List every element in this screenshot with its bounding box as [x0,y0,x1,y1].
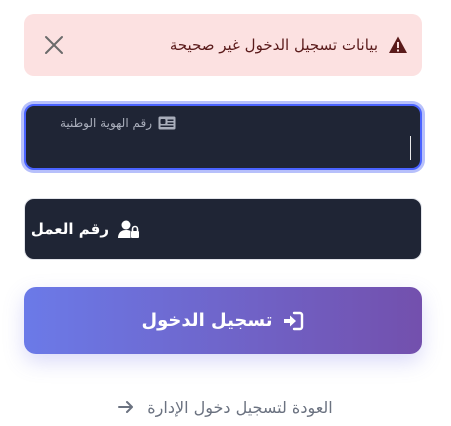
login-form: بيانات تسجيل الدخول غير صحيحة رقم الهوية… [0,0,451,426]
national-id-label: رقم الهوية الوطنية [60,116,176,130]
warning-triangle-icon [389,36,407,53]
work-number-field[interactable]: رقم العمل [24,198,422,260]
work-number-label: رقم العمل [31,219,141,239]
login-button-label: تسجيل الدخول [141,310,273,331]
national-id-label-text: رقم الهوية الوطنية [59,116,152,130]
back-to-admin-login-link[interactable]: العودة لتسجيل دخول الإدارة [110,395,340,419]
text-caret [410,136,411,160]
national-id-field[interactable]: رقم الهوية الوطنية [24,104,422,170]
close-icon [45,36,63,54]
id-card-icon [158,116,176,130]
arrow-right-icon [118,401,134,413]
close-alert-button[interactable] [42,33,66,57]
login-button[interactable]: تسجيل الدخول [24,287,422,354]
sign-in-icon [284,311,304,330]
work-number-label-text: رقم العمل [30,220,109,238]
error-alert: بيانات تسجيل الدخول غير صحيحة [24,14,422,76]
error-alert-message: بيانات تسجيل الدخول غير صحيحة [169,36,378,54]
user-lock-icon [118,220,139,238]
back-link-label: العودة لتسجيل دخول الإدارة [147,397,333,417]
